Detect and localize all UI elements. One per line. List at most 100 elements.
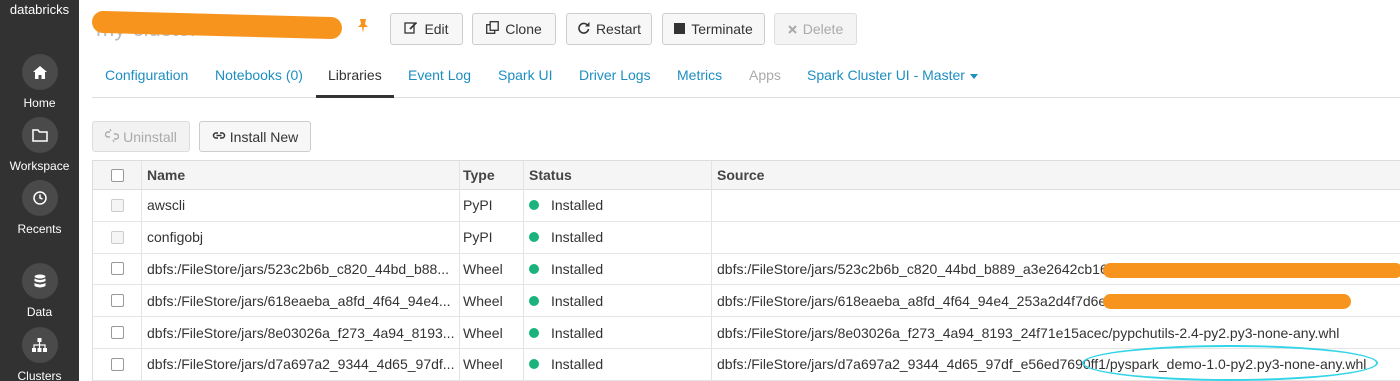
library-status: Installed (523, 221, 711, 253)
row-checkbox[interactable] (110, 326, 124, 340)
database-icon (21, 263, 58, 299)
select-all-cell[interactable] (93, 161, 141, 189)
brand-logo-text: databricks (9, 2, 70, 17)
row-checkbox-cell[interactable] (93, 254, 141, 285)
source-text: dbfs:/FileStore/jars/523c2b6b_c820_44bd_… (717, 260, 1112, 277)
source-text: dbfs:/FileStore/jars/618eaeba_a8fd_4f64_… (717, 292, 1107, 309)
delete-button[interactable]: Delete (774, 13, 857, 45)
table-row[interactable]: configobj PyPI Installed (93, 221, 1400, 254)
terminate-label: Terminate (691, 21, 753, 37)
sitemap-icon (21, 327, 58, 363)
column-header-name[interactable]: Name (141, 161, 459, 189)
sidebar-item-data[interactable]: Data (0, 263, 79, 319)
table-row[interactable]: dbfs:/FileStore/jars/523c2b6b_c820_44bd_… (93, 253, 1400, 286)
row-checkbox[interactable] (110, 294, 124, 308)
status-dot-icon (529, 359, 539, 370)
library-type: Wheel (459, 317, 523, 348)
pin-icon[interactable] (357, 18, 369, 39)
redaction-mark (1103, 262, 1400, 278)
library-type: PyPI (459, 221, 523, 253)
row-checkbox-cell[interactable] (93, 349, 141, 380)
row-checkbox-cell[interactable] (93, 285, 141, 316)
table-header: Name Type Status Source (93, 161, 1400, 190)
status-text: Installed (551, 292, 604, 309)
row-checkbox[interactable] (110, 262, 124, 276)
library-name: dbfs:/FileStore/jars/618eaeba_a8fd_4f64_… (141, 285, 459, 317)
tab-notebooks[interactable]: Notebooks (0) (215, 66, 303, 98)
sidebar: databricks Home Workspace Recents Data C… (0, 0, 79, 381)
tab-configuration[interactable]: Configuration (105, 66, 188, 98)
library-status: Installed (523, 285, 711, 317)
clone-label: Clone (505, 21, 542, 37)
library-source (711, 221, 1400, 253)
uninstall-label: Uninstall (123, 128, 177, 145)
link-icon (212, 129, 226, 145)
table-row[interactable]: awscli PyPI Installed (93, 190, 1400, 222)
library-status: Installed (523, 253, 711, 285)
caret-down-icon (969, 73, 978, 79)
library-name: awscli (141, 190, 459, 221)
library-name: configobj (141, 221, 459, 253)
row-checkbox[interactable] (110, 357, 124, 371)
restart-button[interactable]: Restart (566, 13, 652, 45)
library-type: Wheel (459, 348, 523, 380)
install-new-label: Install New (229, 128, 299, 145)
tab-spark-cluster-ui-label: Spark Cluster UI - Master (807, 67, 965, 83)
tab-spark-cluster-ui[interactable]: Spark Cluster UI - Master (807, 66, 978, 98)
library-source (711, 190, 1400, 221)
tab-spark-ui[interactable]: Spark UI (498, 66, 552, 98)
tab-metrics[interactable]: Metrics (677, 66, 722, 98)
sidebar-item-label: Clusters (17, 369, 62, 381)
status-dot-icon (529, 327, 539, 338)
edit-icon (404, 21, 418, 37)
status-dot-icon (529, 295, 539, 306)
column-header-type[interactable]: Type (459, 161, 523, 189)
status-text: Installed (551, 356, 604, 373)
library-name: dbfs:/FileStore/jars/d7a697a2_9344_4d65_… (141, 348, 459, 380)
library-name: dbfs:/FileStore/jars/523c2b6b_c820_44bd_… (141, 253, 459, 285)
uninstall-button[interactable]: Uninstall (92, 121, 190, 152)
edit-button[interactable]: Edit (390, 13, 463, 45)
highlight-annotation (1082, 345, 1378, 381)
sidebar-item-label: Data (26, 305, 53, 319)
sidebar-item-label: Workspace (9, 159, 70, 173)
tab-apps: Apps (749, 67, 781, 83)
sidebar-item-label: Recents (17, 222, 62, 236)
tab-libraries[interactable]: Libraries (316, 66, 394, 98)
library-type: Wheel (459, 253, 523, 285)
sidebar-item-recents[interactable]: Recents (0, 180, 79, 236)
sidebar-item-home[interactable]: Home (0, 54, 79, 110)
column-header-status[interactable]: Status (523, 161, 711, 189)
status-text: Installed (551, 197, 604, 214)
table-row[interactable]: dbfs:/FileStore/jars/618eaeba_a8fd_4f64_… (93, 285, 1400, 318)
redaction-mark (1103, 294, 1351, 310)
library-type: PyPI (459, 190, 523, 221)
edit-label: Edit (424, 21, 449, 37)
home-icon (21, 54, 58, 90)
close-icon (788, 21, 797, 37)
row-checkbox-cell[interactable] (93, 222, 141, 253)
library-type: Wheel (459, 285, 523, 317)
unlink-icon (104, 128, 120, 145)
refresh-icon (577, 21, 590, 37)
tab-event-log[interactable]: Event Log (408, 66, 471, 98)
sidebar-item-clusters[interactable]: Clusters (0, 327, 79, 381)
folder-icon (21, 117, 58, 153)
row-checkbox[interactable] (110, 198, 124, 212)
clone-button[interactable]: Clone (472, 13, 556, 45)
status-dot-icon (529, 200, 539, 211)
terminate-button[interactable]: Terminate (662, 13, 765, 45)
select-all-checkbox[interactable] (110, 168, 124, 182)
row-checkbox[interactable] (110, 230, 124, 244)
sidebar-item-workspace[interactable]: Workspace (0, 117, 79, 173)
tab-driver-logs[interactable]: Driver Logs (579, 66, 651, 98)
library-status: Installed (523, 190, 711, 221)
sidebar-item-label: Home (23, 96, 56, 110)
table-row[interactable]: dbfs:/FileStore/jars/8e03026a_f273_4a94_… (93, 317, 1400, 349)
column-header-source[interactable]: Source (711, 161, 1400, 189)
row-checkbox-cell[interactable] (93, 190, 141, 221)
status-text: Installed (551, 324, 604, 341)
row-checkbox-cell[interactable] (93, 317, 141, 348)
install-new-button[interactable]: Install New (199, 121, 311, 152)
status-dot-icon (529, 232, 539, 243)
